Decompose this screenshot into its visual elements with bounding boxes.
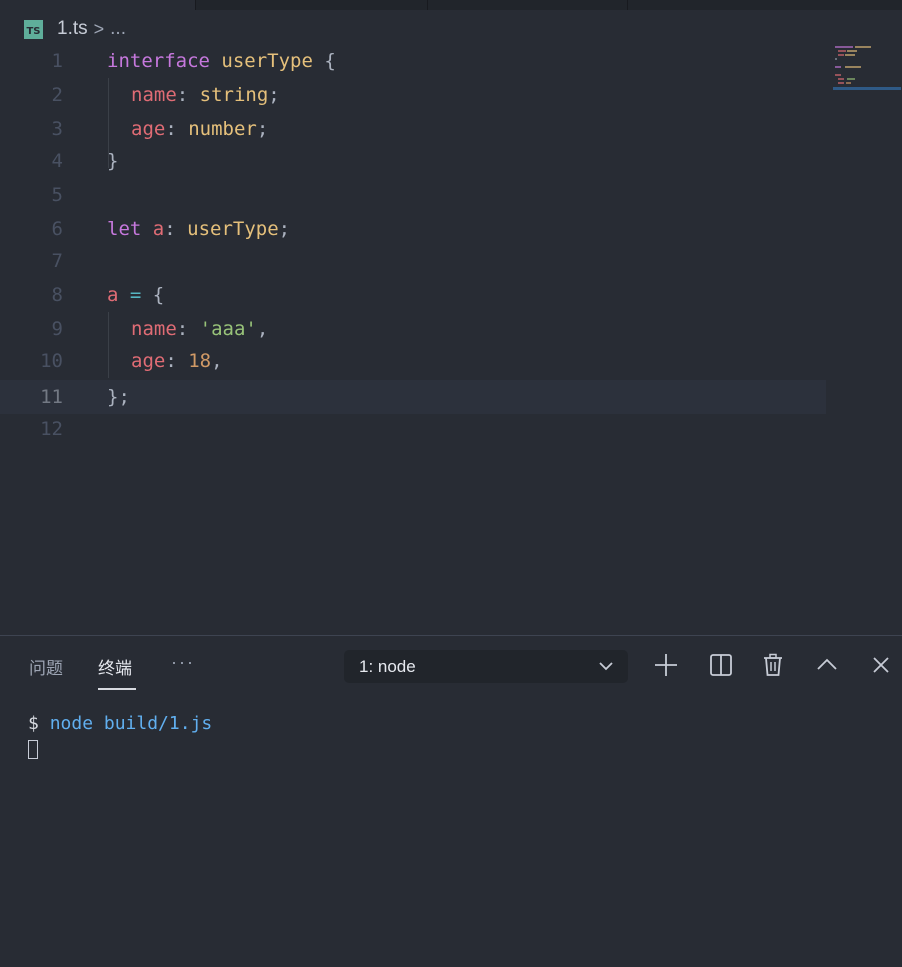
- code-line-5[interactable]: 5: [0, 178, 826, 212]
- typescript-file-icon: TS: [24, 19, 43, 39]
- indent-guide: [108, 312, 109, 378]
- line-number: 2: [51, 84, 63, 106]
- trash-icon[interactable]: [760, 652, 786, 678]
- close-icon[interactable]: [868, 652, 894, 678]
- line-number: 3: [51, 118, 63, 140]
- code-text: let a: userType;: [107, 218, 291, 240]
- code-text: name: 'aaa',: [131, 318, 269, 340]
- line-number: 8: [51, 284, 63, 306]
- tab-problems[interactable]: 问题: [29, 654, 63, 679]
- line-number: 12: [40, 418, 63, 440]
- code-text: name: string;: [131, 84, 280, 106]
- code-line-4[interactable]: 4 }: [0, 144, 826, 178]
- code-line-2[interactable]: 2 name: string;: [0, 78, 826, 112]
- code-text: };: [107, 386, 130, 408]
- line-number: 1: [51, 50, 63, 72]
- code-line-12[interactable]: 12: [0, 412, 826, 446]
- chevron-down-icon: [599, 662, 613, 671]
- terminal-select-value: 1: node: [359, 656, 416, 676]
- code-line-3[interactable]: 3 age: number;: [0, 112, 826, 146]
- code-line-6[interactable]: 6 let a: userType;: [0, 212, 826, 246]
- line-number: 4: [51, 150, 63, 172]
- code-line-11[interactable]: 11 };: [0, 380, 826, 414]
- editor-tab[interactable]: [195, 0, 427, 10]
- editor-tab[interactable]: [627, 0, 902, 10]
- code-line-8[interactable]: 8 a = {: [0, 278, 826, 312]
- code-line-7[interactable]: 7: [0, 244, 826, 278]
- code-line-9[interactable]: 9 name: 'aaa',: [0, 312, 826, 346]
- editor-tab-strip: [0, 0, 902, 10]
- line-number: 6: [51, 218, 63, 240]
- keyword-token: interface: [107, 50, 210, 72]
- code-line-10[interactable]: 10 age: 18,: [0, 344, 826, 378]
- code-line-1[interactable]: 1 interface userType {: [0, 44, 826, 78]
- line-number: 5: [51, 184, 63, 206]
- code-editor[interactable]: 1 interface userType { 2 name: string; 3…: [0, 44, 902, 634]
- terminal-output[interactable]: $ node build/1.js: [28, 713, 212, 734]
- breadcrumb: TS 1.ts > ...: [24, 17, 126, 41]
- editor-tab[interactable]: [427, 0, 627, 10]
- code-text: age: number;: [131, 118, 269, 140]
- tab-terminal[interactable]: 终端: [98, 654, 132, 679]
- type-token: userType: [221, 50, 313, 72]
- add-icon[interactable]: [653, 652, 679, 678]
- minimap-viewport[interactable]: [833, 87, 901, 90]
- more-tabs-icon[interactable]: ···: [171, 652, 195, 673]
- indent-guide: [108, 78, 109, 168]
- code-text: age: 18,: [131, 350, 223, 372]
- split-icon[interactable]: [708, 652, 734, 678]
- terminal-prompt: $: [28, 713, 39, 734]
- line-number: 11: [40, 386, 63, 408]
- chevron-up-icon[interactable]: [814, 652, 840, 678]
- breadcrumb-separator: >: [93, 18, 105, 39]
- code-text: interface userType {: [107, 50, 336, 72]
- code-text: a = {: [107, 284, 165, 306]
- active-tab-indicator: [98, 688, 136, 690]
- minimap[interactable]: [833, 44, 901, 92]
- terminal-command: node build/1.js: [49, 713, 213, 734]
- line-number: 10: [40, 350, 63, 372]
- line-number: 7: [51, 250, 63, 272]
- terminal-select[interactable]: 1: node: [344, 650, 628, 683]
- terminal-cursor: [28, 740, 38, 759]
- breadcrumb-file[interactable]: 1.ts: [57, 18, 88, 40]
- bottom-panel: 问题 终端 ··· 1: node $ node build/1.js: [0, 635, 902, 967]
- breadcrumb-more[interactable]: ...: [110, 18, 126, 40]
- line-number: 9: [51, 318, 63, 340]
